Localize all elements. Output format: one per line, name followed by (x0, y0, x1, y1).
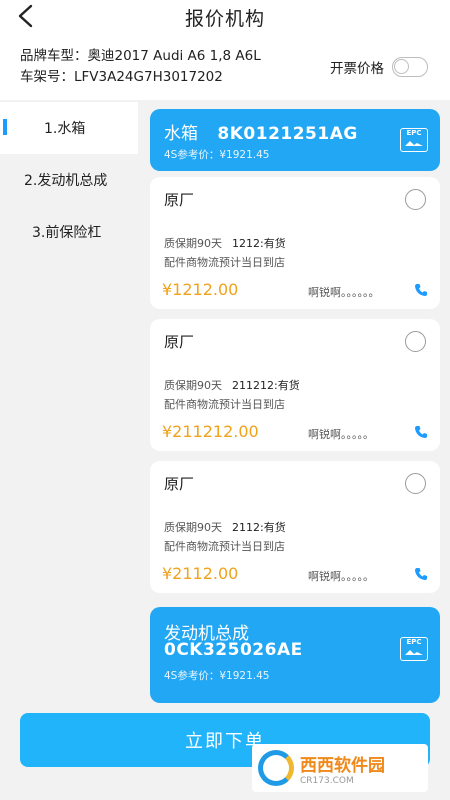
invoice-price-label: 开票价格 (330, 61, 384, 77)
quote-card[interactable]: 原厂 质保期90天 211212:有货 配件商物流预计当日到店 ¥211212.0… (150, 319, 440, 451)
back-arrow-icon (18, 4, 33, 28)
back-button[interactable] (12, 2, 40, 30)
sidebar-item-label: 2.发动机总成 (24, 173, 108, 189)
supplier-name: 啊锐啊。。。。。 (308, 570, 374, 583)
phone-icon[interactable] (414, 283, 428, 297)
select-radio[interactable] (405, 331, 426, 352)
watermark: 西西软件园 CR173.COM (252, 744, 428, 792)
page-title: 报价机构 (184, 7, 265, 30)
app-header: 报价机构 (0, 0, 450, 34)
stock-text: 2112:有货 (232, 521, 286, 534)
invoice-price-toggle: 开票价格 (330, 57, 428, 77)
part-header-engine: 发动机总成 0CK325026AE 4S参考价：¥1921.45 EPC (150, 607, 440, 703)
part-code: 8K0121251AG (217, 124, 358, 144)
delivery-text: 配件商物流预计当日到店 (164, 256, 285, 269)
quote-card[interactable]: 原厂 质保期90天 1212:有货 配件商物流预计当日到店 ¥1212.00 啊锐… (150, 177, 440, 309)
vehicle-info: 品牌车型：奥迪2017 Audi A6 1,8 A6L 车架号：LFV3A24G… (20, 46, 261, 88)
phone-icon[interactable] (414, 425, 428, 439)
quote-brand: 原厂 (164, 475, 195, 493)
warranty-text: 质保期90天 (164, 379, 222, 392)
part-header-radiator: 水箱 8K0121251AG 4S参考价：¥1921.45 EPC (150, 109, 440, 171)
delivery-text: 配件商物流预计当日到店 (164, 540, 285, 553)
warranty-text: 质保期90天 (164, 237, 222, 250)
stock-text: 1212:有货 (232, 237, 286, 250)
supplier-name: 啊锐啊。。。。。 (308, 428, 374, 441)
ref-price: 4S参考价：¥1921.45 (164, 149, 270, 161)
delivery-text: 配件商物流预计当日到店 (164, 398, 285, 411)
sidebar-item-bumper[interactable]: 3.前保险杠 (0, 206, 138, 258)
part-name: 水箱 (164, 124, 198, 144)
watermark-domain: CR173.COM (300, 775, 354, 786)
sidebar-item-label: 1.水箱 (44, 121, 86, 137)
sidebar-item-label: 3.前保险杠 (32, 225, 102, 241)
sidebar-item-engine[interactable]: 2.发动机总成 (0, 154, 138, 206)
epc-icon[interactable]: EPC (400, 128, 428, 152)
quote-brand: 原厂 (164, 191, 195, 209)
quote-price: ¥2112.00 (162, 564, 239, 583)
select-radio[interactable] (405, 473, 426, 494)
supplier-name: 啊锐啊。。。。。。 (308, 286, 380, 299)
image-icon (405, 141, 423, 146)
watermark-logo-icon (258, 750, 294, 786)
phone-icon[interactable] (414, 567, 428, 581)
switch-knob (394, 59, 409, 74)
image-icon (405, 650, 423, 655)
vehicle-vin: 车架号：LFV3A24G7H3017202 (20, 69, 223, 85)
part-sidebar: 1.水箱 2.发动机总成 3.前保险杠 (0, 100, 138, 800)
part-code: 0CK325026AE (164, 640, 303, 660)
stock-text: 211212:有货 (232, 379, 300, 392)
quote-card[interactable]: 原厂 质保期90天 2112:有货 配件商物流预计当日到店 ¥2112.00 啊锐… (150, 461, 440, 593)
quote-price: ¥1212.00 (162, 280, 239, 299)
quote-price: ¥211212.00 (162, 422, 259, 441)
epc-icon[interactable]: EPC (400, 637, 428, 661)
ref-price: 4S参考价：¥1921.45 (164, 670, 270, 682)
invoice-price-switch[interactable] (392, 57, 428, 77)
main-body: 1.水箱 2.发动机总成 3.前保险杠 水箱 8K0121251AG 4S参考价… (0, 100, 450, 800)
quote-brand: 原厂 (164, 333, 195, 351)
select-radio[interactable] (405, 189, 426, 210)
watermark-logo-text: 西西软件园 (300, 755, 385, 776)
sidebar-item-radiator[interactable]: 1.水箱 (0, 102, 138, 154)
quote-list: 水箱 8K0121251AG 4S参考价：¥1921.45 EPC 原厂 质保期… (138, 100, 450, 800)
active-indicator (3, 119, 7, 135)
vehicle-model: 品牌车型：奥迪2017 Audi A6 1,8 A6L (20, 48, 261, 64)
warranty-text: 质保期90天 (164, 521, 222, 534)
